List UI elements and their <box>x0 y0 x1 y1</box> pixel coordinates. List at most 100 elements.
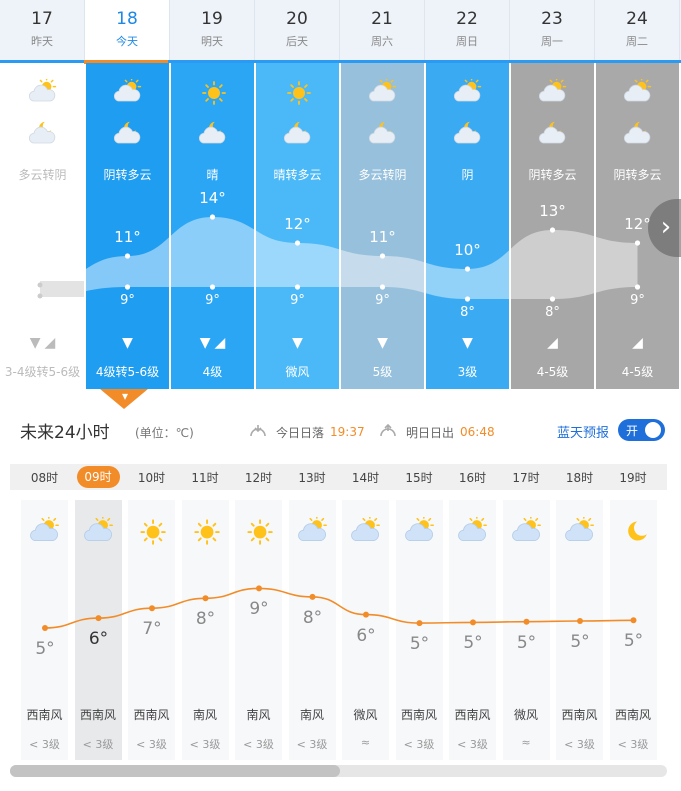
day-date: 22 <box>456 9 478 29</box>
cloud-sun-icon <box>452 77 484 105</box>
day-tab-17[interactable]: 17 昨天 <box>0 0 85 60</box>
wind-direction: ▼ <box>341 335 424 351</box>
hour-08时[interactable]: 08时 西南风 < 3级 <box>18 464 71 760</box>
hour-label: 19时 <box>619 471 647 485</box>
day-date: 21 <box>371 9 393 29</box>
sunset-time: 19:37 <box>330 425 365 439</box>
wind-direction: ▼ ◢ <box>1 335 84 351</box>
hourly-unit: (单位：℃) <box>135 426 194 440</box>
scrollbar-thumb[interactable] <box>10 765 340 777</box>
day-condition: 晴转多云 <box>273 168 322 182</box>
day-condition: 晴 <box>206 168 219 182</box>
hour-18时[interactable]: 18时 西南风 < 3级 <box>553 464 606 760</box>
cloud-sun-icon <box>27 77 59 105</box>
day-forecast-19[interactable]: 晴 ▼ ◢ 4级 <box>171 63 254 389</box>
hour-label: 11时 <box>191 471 219 485</box>
hourly-scrollbar[interactable] <box>10 765 667 777</box>
hour-17时[interactable]: 17时 微风 ≈ <box>500 464 553 760</box>
day-label: 明天 <box>201 35 223 48</box>
hour-10时[interactable]: 10时 西南风 < 3级 <box>125 464 178 760</box>
hour-15时[interactable]: 15时 西南风 < 3级 <box>393 464 446 760</box>
hour-wind: 微风 <box>353 708 378 722</box>
day-forecast-22[interactable]: 阴 ▼ 3级 <box>426 63 509 389</box>
hourly-title: 未来24小时 <box>20 423 110 443</box>
day-tab-20[interactable]: 20 后天 <box>255 0 340 60</box>
cloud-moon-icon <box>367 121 399 147</box>
cloud-moon-icon <box>112 121 144 147</box>
cloud-sun-icon <box>28 515 62 545</box>
wind-level: 5级 <box>372 365 393 379</box>
low-temp: 8° <box>460 305 475 320</box>
arrow-down-icon: ▼ <box>29 335 41 351</box>
day-date: 20 <box>286 9 308 29</box>
sun-icon <box>282 79 314 105</box>
low-temp: 8° <box>545 305 560 320</box>
day-forecast-23[interactable]: 阴转多云 ◢ 4-5级 <box>511 63 594 389</box>
sunrise-icon <box>380 423 396 437</box>
day-label: 今天 <box>116 35 138 48</box>
cloud-sun-icon <box>82 515 116 545</box>
hour-wind: 微风 <box>513 708 538 722</box>
sunset-label: 今日日落 <box>276 425 325 440</box>
hour-temp: 9° <box>249 599 269 620</box>
cloud-sun-icon <box>537 77 569 105</box>
day-tab-21[interactable]: 21 周六 <box>340 0 425 60</box>
hour-temp: 5° <box>516 632 537 653</box>
hour-label: 10时 <box>137 471 166 485</box>
hour-temp: 6° <box>356 625 376 646</box>
low-temp: 9° <box>375 293 390 308</box>
wind-direction: ▼ <box>256 335 339 351</box>
high-temp: 13° <box>539 202 566 220</box>
toggle-knob <box>645 422 661 438</box>
day-tab-19[interactable]: 19 明天 <box>170 0 255 60</box>
bluesky-toggle[interactable]: 开 <box>618 419 665 441</box>
wind-level: 4-5级 <box>621 365 654 379</box>
cloud-sun-icon <box>349 515 383 545</box>
sun-icon <box>197 79 229 105</box>
hour-wind-level: ≈ <box>360 736 371 749</box>
high-temp: 11° <box>114 228 141 246</box>
wind-level: 4级转5-6级 <box>95 365 160 379</box>
cloud-sun-icon <box>367 77 399 105</box>
bluesky-forecast-link[interactable]: 蓝天预报 <box>557 422 609 441</box>
hour-14时[interactable]: 14时 微风 ≈ <box>339 464 392 760</box>
hour-temp: 5° <box>623 631 644 652</box>
cloud-sun-icon <box>112 77 144 105</box>
hour-wind-level: < 3级 <box>403 738 435 751</box>
day-tab-18[interactable]: 18 今天 <box>85 0 170 60</box>
cloud-moon-icon <box>27 121 59 147</box>
day-condition: 阴 <box>461 168 474 182</box>
forecast-panel: 多云转阴 ▼ ◢ 3-4级转5-6级 阴转多云 ▼ 4级转5-6级晴 ▼ ◢ 4级 晴转多云 ▼ 微风多… <box>0 63 681 409</box>
hour-19时[interactable]: 19时 西南风 < 3级 <box>607 464 660 760</box>
hour-wind: 南风 <box>192 708 217 722</box>
day-label: 周一 <box>541 35 563 48</box>
hour-wind-level: < 3级 <box>617 738 649 751</box>
cloud-sun-icon <box>563 515 597 545</box>
arrow-northeast-icon: ◢ <box>44 335 56 351</box>
hour-temp: 8° <box>195 609 216 630</box>
day-forecast-18[interactable]: 阴转多云 ▼ 4级转5-6级 <box>86 63 169 389</box>
day-header: 17 昨天 18 今天 19 明天 20 后天 21 周六 22 周日 23 周一 24 周二 <box>0 0 681 60</box>
day-label: 周二 <box>626 35 648 48</box>
cloud-sun-icon <box>296 515 330 545</box>
toggle-label: 开 <box>626 424 639 438</box>
day-tab-23[interactable]: 23 周一 <box>510 0 595 60</box>
day-tab-24[interactable]: 24 周二 <box>595 0 680 60</box>
hour-wind-level: < 3级 <box>136 738 167 751</box>
day-condition: 多云转阴 <box>358 168 407 182</box>
hour-wind-level: < 3级 <box>243 738 274 751</box>
day-tab-22[interactable]: 22 周日 <box>425 0 510 60</box>
cloud-moon-icon <box>452 121 484 147</box>
hour-label: 16时 <box>458 471 487 485</box>
day-forecast-21[interactable]: 多云转阴 ▼ 5级 <box>341 63 424 389</box>
day-date: 24 <box>626 9 648 29</box>
hour-wind: 南风 <box>299 708 324 722</box>
hour-wind-level: < 3级 <box>564 738 595 751</box>
day-forecast-17[interactable]: 多云转阴 ▼ ◢ 3-4级转5-6级 <box>1 63 84 389</box>
wind-level: 微风 <box>285 365 310 379</box>
hour-wind: 西南风 <box>561 708 598 722</box>
arrow-down-icon: ▼ <box>199 335 211 351</box>
hour-temp: 6° <box>88 629 109 650</box>
hour-16时[interactable]: 16时 西南风 < 3级 <box>446 464 499 760</box>
hour-09时[interactable]: 09时 西南风 < 3级 <box>72 464 125 760</box>
